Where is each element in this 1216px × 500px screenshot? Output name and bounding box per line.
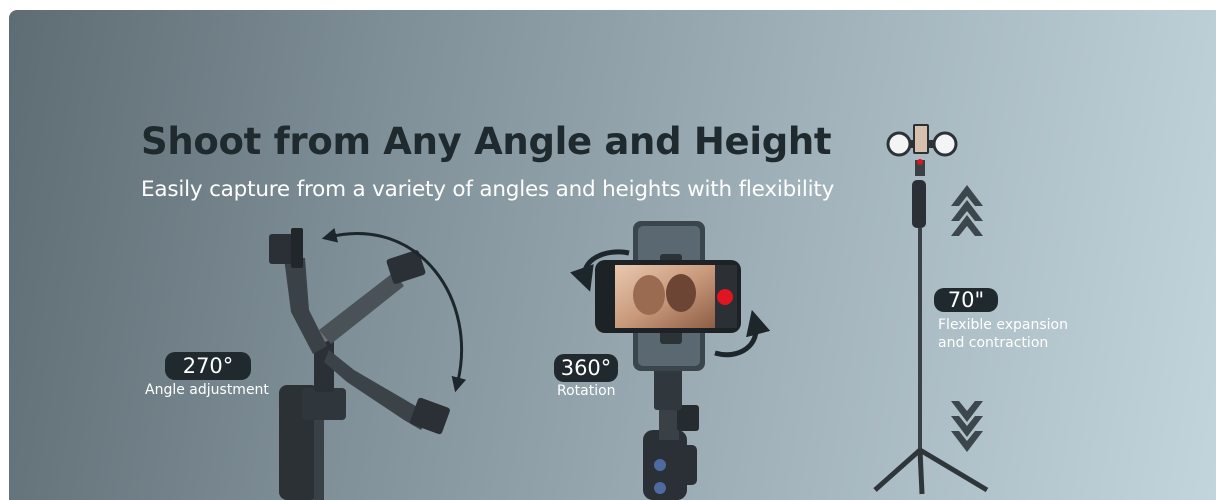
extension-caption-line1: Flexible expansion (938, 317, 1068, 333)
rotation-badge: 360° (554, 354, 618, 382)
extend-up-arrow-icon (951, 185, 983, 236)
retract-down-arrow-icon (951, 401, 983, 452)
extension-caption-line2: and contraction (938, 335, 1049, 351)
subheadline: Easily capture from a variety of angles … (141, 177, 835, 202)
rotation-caption: Rotation (557, 383, 616, 399)
product-illustration (269, 124, 989, 500)
product-banner: Shoot from Any Angle and Height Easily c… (9, 10, 1216, 500)
headline: Shoot from Any Angle and Height (141, 120, 832, 163)
angle-badge: 270° (165, 352, 251, 380)
angle-caption: Angle adjustment (145, 382, 269, 398)
angle-stick (269, 227, 467, 500)
record-button-icon (717, 289, 733, 305)
extension-badge: 70" (934, 288, 998, 312)
